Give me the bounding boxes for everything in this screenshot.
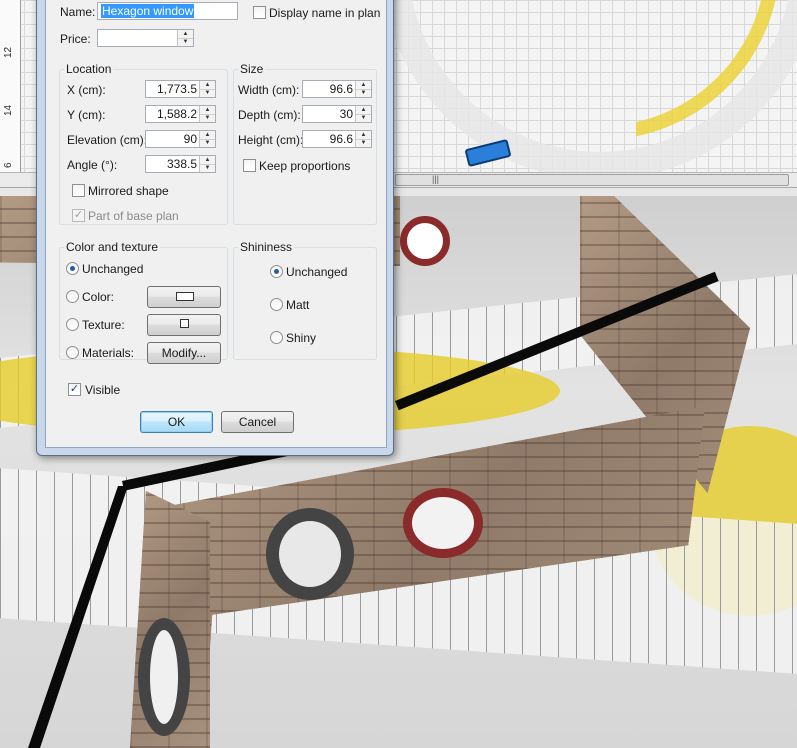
matt-label: Matt	[286, 298, 310, 312]
ruler-label: 12	[3, 46, 14, 58]
texture-label: Texture:	[82, 318, 125, 332]
spin-down-icon[interactable]: ▼	[178, 38, 193, 46]
height-label: Height (cm):	[238, 133, 304, 147]
mirrored-shape-label: Mirrored shape	[88, 184, 169, 198]
price-input[interactable]: ▲ ▼	[97, 29, 194, 47]
color-texture-group-title: Color and texture	[64, 240, 161, 254]
texture-radio[interactable]	[66, 318, 79, 331]
name-label: Name:	[60, 5, 96, 19]
color-label: Color:	[82, 290, 115, 304]
matt-radio[interactable]	[270, 298, 283, 311]
spin-down-icon[interactable]: ▼	[356, 89, 371, 97]
spin-down-icon[interactable]: ▼	[200, 164, 215, 172]
keep-proportions-label: Keep proportions	[259, 159, 351, 173]
width-input[interactable]: 96.6 ▲ ▼	[302, 80, 372, 98]
color-swatch-icon	[176, 292, 194, 301]
height-spinner[interactable]: ▲ ▼	[355, 131, 371, 147]
price-label: Price:	[60, 32, 91, 46]
spin-down-icon[interactable]: ▼	[200, 114, 215, 122]
part-of-base-plan-label: Part of base plan	[88, 209, 179, 223]
modify-window-dialog: Name: Hexagon window Display name in pla…	[36, 0, 394, 456]
x-input[interactable]: 1,773.5 ▲ ▼	[145, 80, 216, 98]
angle-label: Angle (°):	[67, 158, 118, 172]
color-unchanged-label: Unchanged	[82, 262, 144, 276]
ok-button[interactable]: OK	[140, 411, 213, 433]
width-spinner[interactable]: ▲ ▼	[355, 81, 371, 97]
visible-checkbox[interactable]: ✓	[68, 383, 81, 396]
name-value: Hexagon window	[101, 4, 195, 18]
part-of-base-plan-checkbox: ✓	[72, 209, 85, 222]
plan-vertical-ruler: 12 14 6	[0, 0, 21, 188]
depth-input[interactable]: 30 ▲ ▼	[302, 105, 372, 123]
elevation-spinner[interactable]: ▲ ▼	[199, 131, 215, 147]
y-label: Y (cm):	[67, 108, 106, 122]
size-group-title: Size	[238, 62, 266, 76]
depth-spinner[interactable]: ▲ ▼	[355, 106, 371, 122]
ruler-label: 6	[3, 162, 14, 168]
elevation-label: Elevation (cm):	[67, 133, 148, 147]
x-label: X (cm):	[67, 83, 106, 97]
ruler-label: 14	[3, 104, 14, 116]
shininess-unchanged-label: Unchanged	[286, 265, 348, 279]
modify-materials-button[interactable]: Modify...	[147, 342, 221, 364]
y-value: 1,588.2	[156, 107, 197, 121]
angle-input[interactable]: 338.5 ▲ ▼	[145, 155, 216, 173]
width-label: Width (cm):	[238, 83, 300, 97]
round-window-front[interactable]	[266, 508, 354, 600]
elevation-input[interactable]: 90 ▲ ▼	[145, 130, 216, 148]
dialog-client-area: Name: Hexagon window Display name in pla…	[45, 0, 387, 448]
hexagon-window-front[interactable]	[403, 488, 483, 558]
name-input[interactable]: Hexagon window	[97, 2, 238, 20]
texture-swatch-icon	[180, 319, 189, 328]
height-input[interactable]: 96.6 ▲ ▼	[302, 130, 372, 148]
y-spinner[interactable]: ▲ ▼	[199, 106, 215, 122]
texture-button[interactable]	[147, 314, 221, 336]
price-spinner[interactable]: ▲ ▼	[177, 30, 193, 46]
depth-label: Depth (cm):	[238, 108, 301, 122]
x-value: 1,773.5	[156, 82, 197, 96]
spin-down-icon[interactable]: ▼	[356, 114, 371, 122]
plan-selected-window[interactable]	[464, 138, 512, 168]
shiny-radio[interactable]	[270, 331, 283, 344]
location-group-title: Location	[64, 62, 114, 76]
color-radio[interactable]	[66, 290, 79, 303]
elevation-value: 90	[183, 132, 197, 146]
color-unchanged-radio[interactable]	[66, 262, 79, 275]
cancel-button[interactable]: Cancel	[221, 411, 294, 433]
plan-scroll-thumb[interactable]	[395, 174, 789, 186]
shininess-group-title: Shininess	[238, 240, 295, 254]
angle-spinner[interactable]: ▲ ▼	[199, 156, 215, 172]
mirrored-shape-checkbox[interactable]	[72, 184, 85, 197]
angle-value: 338.5	[166, 157, 197, 171]
materials-label: Materials:	[82, 346, 135, 360]
height-value: 96.6	[329, 132, 353, 146]
depth-value: 30	[339, 107, 353, 121]
spin-down-icon[interactable]: ▼	[356, 139, 371, 147]
display-name-in-plan-label: Display name in plan	[269, 6, 381, 20]
x-spinner[interactable]: ▲ ▼	[199, 81, 215, 97]
materials-radio[interactable]	[66, 346, 79, 359]
scroll-grip-icon: |||	[432, 174, 440, 184]
visible-label: Visible	[85, 383, 121, 397]
width-value: 96.6	[329, 82, 353, 96]
spin-down-icon[interactable]: ▼	[200, 139, 215, 147]
hexagon-window-back[interactable]	[400, 216, 450, 266]
shiny-label: Shiny	[286, 331, 317, 345]
spin-down-icon[interactable]: ▼	[200, 89, 215, 97]
color-button[interactable]	[147, 286, 221, 308]
y-input[interactable]: 1,588.2 ▲ ▼	[145, 105, 216, 123]
round-window-side[interactable]	[138, 618, 190, 736]
shininess-unchanged-radio[interactable]	[270, 265, 283, 278]
display-name-in-plan-checkbox[interactable]	[253, 6, 266, 19]
keep-proportions-checkbox[interactable]	[243, 159, 256, 172]
